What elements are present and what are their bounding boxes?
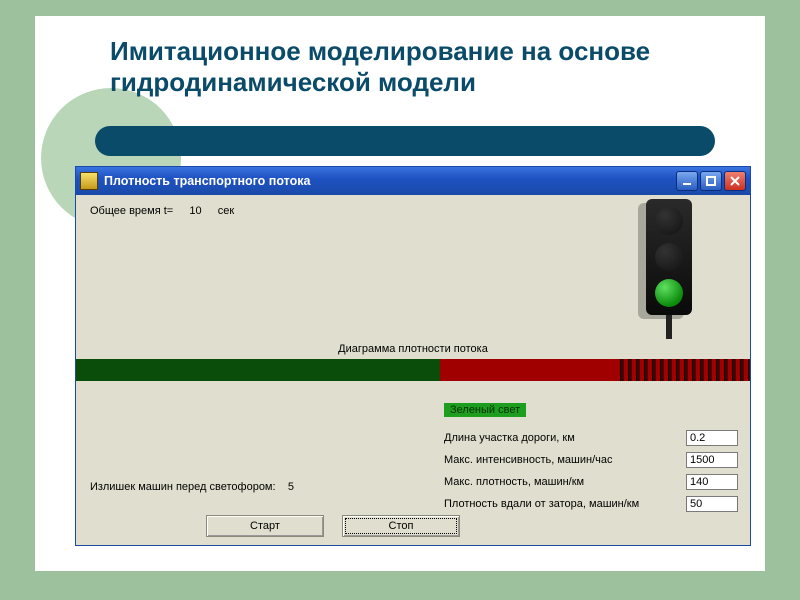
lamp-green [655,279,683,307]
surplus-label: Излишек машин перед светофором: [90,481,276,493]
button-row: Старт Стоп [206,515,460,537]
lamp-red [655,207,683,235]
time-label: Общее время t= [90,205,173,217]
slide: Имитационное моделирование на основе гид… [35,16,765,571]
time-unit: сек [218,205,234,217]
time-value: 10 [189,205,201,217]
close-icon [730,176,740,186]
density-diagram [76,359,750,381]
diagram-label: Диаграмма плотности потока [76,343,750,355]
start-button[interactable]: Старт [206,515,324,537]
sim-time: Общее время t= 10 сек [90,205,234,217]
param-row-far-density: Плотность вдали от затора, машин/км 50 [444,493,738,515]
max-density-label: Макс. плотность, машин/км [444,476,686,488]
minimize-icon [682,176,692,186]
title-bar-decoration [95,126,715,156]
maximize-button[interactable] [700,171,722,191]
param-row-max-intensity: Макс. интенсивность, машин/час 1500 [444,449,738,471]
param-row-length: Длина участка дороги, км 0.2 [444,427,738,449]
parameters-panel: Длина участка дороги, км 0.2 Макс. интен… [444,427,738,515]
max-intensity-field[interactable]: 1500 [686,452,738,468]
minimize-button[interactable] [676,171,698,191]
density-green-segment [76,359,440,381]
app-window: Плотность транспортного потока Общее вре… [75,166,751,546]
max-density-field[interactable]: 140 [686,474,738,490]
length-field[interactable]: 0.2 [686,430,738,446]
far-density-field[interactable]: 50 [686,496,738,512]
close-button[interactable] [724,171,746,191]
density-red-segment [440,359,750,381]
app-icon [80,172,98,190]
stop-button[interactable]: Стоп [342,515,460,537]
maximize-icon [706,176,716,186]
slide-title: Имитационное моделирование на основе гид… [110,36,720,98]
surplus-value: 5 [288,481,294,493]
surplus-line: Излишек машин перед светофором: 5 [90,481,294,493]
far-density-label: Плотность вдали от затора, машин/км [444,498,686,510]
lamp-yellow [655,243,683,271]
length-label: Длина участка дороги, км [444,432,686,444]
param-row-max-density: Макс. плотность, машин/км 140 [444,471,738,493]
window-client-area: Общее время t= 10 сек Диаграмма плотност… [76,195,750,545]
max-intensity-label: Макс. интенсивность, машин/час [444,454,686,466]
traffic-light-icon [602,199,732,339]
window-title: Плотность транспортного потока [104,174,310,188]
window-titlebar: Плотность транспортного потока [76,167,750,195]
light-state-label: Зеленый свет [444,403,526,417]
